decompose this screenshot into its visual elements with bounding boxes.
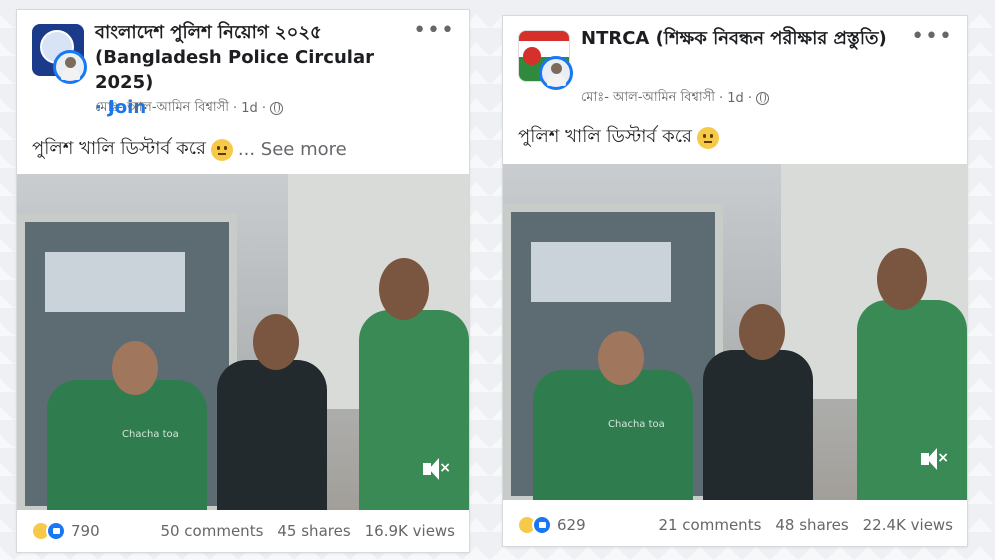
video-person-man — [217, 360, 327, 510]
comments-count[interactable]: 21 comments — [658, 516, 761, 534]
reaction-count[interactable]: 629 — [557, 516, 586, 534]
video-person-officer — [359, 310, 469, 510]
author-name[interactable]: মোঃ- আল-আমিন বিশ্বাসী — [95, 98, 229, 119]
post-video[interactable]: Chacha toa × — [503, 164, 967, 500]
avatar-head — [65, 57, 76, 68]
video-watermark: Chacha toa — [608, 419, 665, 430]
avatar-head — [551, 63, 562, 74]
video-head-woman — [112, 341, 158, 395]
video-head-officer — [877, 248, 927, 310]
reactions[interactable]: 790 — [31, 521, 100, 541]
group-name-text[interactable]: বাংলাদেশ পুলিশ নিয়োগ ২০২৫ (Bangladesh P… — [95, 22, 374, 93]
post-footer: 629 21 comments 48 shares 22.4K views — [503, 504, 967, 546]
video-head-man — [253, 314, 299, 370]
post-meta: মোঃ- আল-আমিন বিশ্বাসী · 1d · — [95, 98, 284, 119]
post-meta: মোঃ- আল-আমিন বিশ্বাসী · 1d · — [581, 88, 770, 109]
mute-icon[interactable]: × — [921, 448, 949, 470]
video-person-man — [703, 350, 813, 500]
like-reaction-icon — [532, 515, 552, 535]
flag-disc — [523, 47, 541, 65]
post-stats: 50 comments 45 shares 16.9K views — [160, 522, 455, 540]
group-name[interactable]: NTRCA (শিক্ষক নিবন্ধন পরীক্ষার প্রস্তুতি… — [581, 26, 917, 51]
shares-count[interactable]: 48 shares — [775, 516, 848, 534]
author-name[interactable]: মোঃ- আল-আমিন বিশ্বাসী — [581, 88, 715, 109]
post-stats: 21 comments 48 shares 22.4K views — [658, 516, 953, 534]
video-head-woman — [598, 331, 644, 385]
post-caption: পুলিশ খালি ডিস্টার্ব করে — [518, 122, 719, 153]
mute-icon[interactable]: × — [423, 458, 451, 480]
video-person-woman — [533, 370, 693, 500]
caption-text: পুলিশ খালি ডিস্টার্ব করে — [32, 138, 206, 159]
facebook-post-right: NTRCA (শিক্ষক নিবন্ধন পরীক্ষার প্রস্তুতি… — [503, 16, 967, 546]
post-footer: 790 50 comments 45 shares 16.9K views — [17, 510, 469, 552]
views-count: 16.9K views — [364, 522, 455, 540]
author-avatar[interactable] — [539, 56, 573, 90]
more-options-icon[interactable]: ••• — [413, 20, 455, 42]
shares-count[interactable]: 45 shares — [277, 522, 350, 540]
group-name-text[interactable]: NTRCA (শিক্ষক নিবন্ধন পরীক্ষার প্রস্তুতি… — [581, 28, 887, 49]
video-head-officer — [379, 258, 429, 320]
emoji-icon — [696, 126, 719, 149]
comments-count[interactable]: 50 comments — [160, 522, 263, 540]
author-avatar[interactable] — [53, 50, 87, 84]
post-video[interactable]: Chacha toa × — [17, 174, 469, 510]
views-count: 22.4K views — [862, 516, 953, 534]
post-time[interactable]: · 1d · — [233, 101, 266, 116]
avatar-body — [547, 74, 566, 86]
post-caption: পুলিশ খালি ডিস্টার্ব করে ... See more — [32, 134, 347, 165]
globe-icon — [270, 102, 284, 115]
more-options-icon[interactable]: ••• — [911, 26, 953, 48]
flag-stripe — [519, 31, 569, 41]
post-header: বাংলাদেশ পুলিশ নিয়োগ ২০২৫ (Bangladesh P… — [17, 10, 469, 118]
post-time[interactable]: · 1d · — [719, 91, 752, 106]
reaction-count[interactable]: 790 — [71, 522, 100, 540]
video-head-man — [739, 304, 785, 360]
facebook-post-left: বাংলাদেশ পুলিশ নিয়োগ ২০২৫ (Bangladesh P… — [17, 10, 469, 552]
globe-icon — [756, 92, 770, 105]
avatar-body — [61, 68, 80, 80]
video-person-officer — [857, 300, 967, 500]
like-reaction-icon — [46, 521, 66, 541]
reactions[interactable]: 629 — [517, 515, 586, 535]
caption-text: পুলিশ খালি ডিস্টার্ব করে — [518, 126, 692, 147]
video-watermark: Chacha toa — [122, 429, 179, 440]
see-more-link[interactable]: ... See more — [238, 139, 347, 160]
video-person-woman — [47, 380, 207, 510]
emoji-icon — [210, 138, 233, 161]
post-header: NTRCA (শিক্ষক নিবন্ধন পরীক্ষার প্রস্তুতি… — [503, 16, 967, 116]
